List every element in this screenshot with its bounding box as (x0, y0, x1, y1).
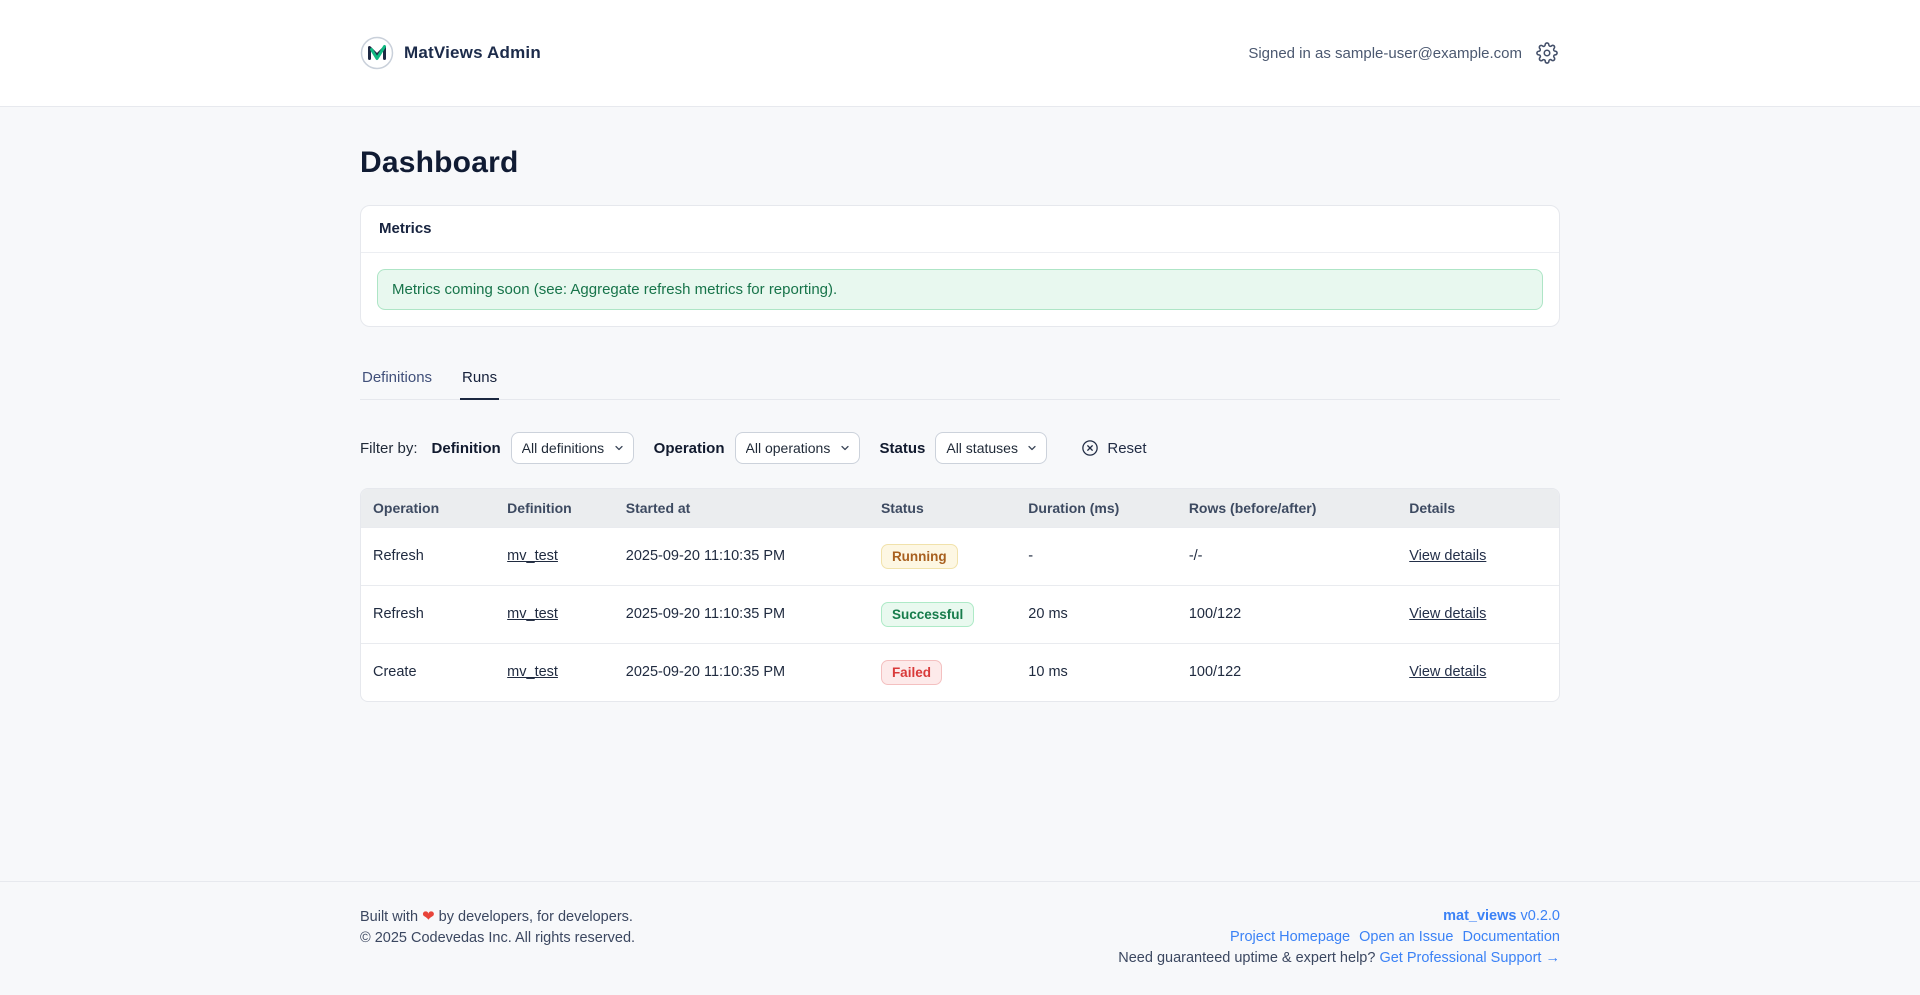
col-definition: Definition (495, 489, 614, 527)
tab-bar: Definitions Runs (360, 363, 1560, 400)
cell-rows: 100/122 (1177, 643, 1397, 701)
col-duration: Duration (ms) (1016, 489, 1177, 527)
cell-details: View details (1397, 585, 1559, 643)
x-circle-icon (1081, 439, 1099, 457)
heart-icon: ❤ (422, 908, 435, 925)
cell-started-at: 2025-09-20 11:10:35 PM (614, 527, 869, 585)
definition-link[interactable]: mv_test (507, 606, 558, 622)
runs-table: Operation Definition Started at Status D… (360, 488, 1560, 702)
tab-definitions[interactable]: Definitions (360, 363, 434, 400)
view-details-link[interactable]: View details (1409, 548, 1486, 564)
cell-rows: 100/122 (1177, 585, 1397, 643)
cell-status: Failed (869, 643, 1016, 701)
metrics-card-header: Metrics (361, 206, 1559, 253)
filter-bar: Filter by: Definition All definitions Op… (360, 432, 1560, 464)
cell-operation: Create (361, 643, 495, 701)
footer-links-line: Project Homepage Open an Issue Documenta… (1118, 927, 1560, 948)
cell-details: View details (1397, 643, 1559, 701)
status-filter-label: Status (880, 440, 926, 457)
table-header-row: Operation Definition Started at Status D… (361, 489, 1559, 527)
metrics-card: Metrics Metrics coming soon (see: Aggreg… (360, 205, 1560, 327)
page-title: Dashboard (360, 145, 1560, 181)
tab-runs[interactable]: Runs (460, 363, 499, 400)
status-badge: Successful (881, 602, 974, 627)
cell-duration: 20 ms (1016, 585, 1177, 643)
definition-link[interactable]: mv_test (507, 664, 558, 680)
filter-by-label: Filter by: (360, 440, 418, 457)
operation-filter-select[interactable]: All operations (735, 432, 860, 464)
col-rows: Rows (before/after) (1177, 489, 1397, 527)
site-footer: Built with ❤ by developers, for develope… (0, 881, 1920, 995)
app-title: MatViews Admin (404, 43, 541, 63)
support-line: Need guaranteed uptime & expert help? Ge… (1118, 948, 1560, 969)
table-row: Refresh mv_test 2025-09-20 11:10:35 PM R… (361, 527, 1559, 585)
cell-started-at: 2025-09-20 11:10:35 PM (614, 643, 869, 701)
status-badge: Failed (881, 660, 942, 685)
cell-duration: - (1016, 527, 1177, 585)
cell-status: Running (869, 527, 1016, 585)
definition-filter-label: Definition (432, 440, 501, 457)
view-details-link[interactable]: View details (1409, 606, 1486, 622)
table-row: Create mv_test 2025-09-20 11:10:35 PM Fa… (361, 643, 1559, 701)
cell-duration: 10 ms (1016, 643, 1177, 701)
col-details: Details (1397, 489, 1559, 527)
definition-link[interactable]: mv_test (507, 548, 558, 564)
version-line: mat_views v0.2.0 (1118, 906, 1560, 927)
cell-definition: mv_test (495, 643, 614, 701)
metrics-info-alert: Metrics coming soon (see: Aggregate refr… (377, 269, 1543, 310)
project-name-link[interactable]: mat_views (1443, 908, 1516, 924)
version-link[interactable]: v0.2.0 (1521, 908, 1561, 924)
main-content: Dashboard Metrics Metrics coming soon (s… (0, 107, 1920, 881)
copyright-line: © 2025 Codevedas Inc. All rights reserve… (360, 928, 635, 949)
cell-definition: mv_test (495, 527, 614, 585)
cell-definition: mv_test (495, 585, 614, 643)
footer-right: mat_views v0.2.0 Project Homepage Open a… (1118, 906, 1560, 969)
view-details-link[interactable]: View details (1409, 664, 1486, 680)
settings-gear-icon[interactable] (1536, 41, 1560, 65)
built-with-line: Built with ❤ by developers, for develope… (360, 906, 635, 928)
definition-filter-select[interactable]: All definitions (511, 432, 634, 464)
col-status: Status (869, 489, 1016, 527)
brand: MatViews Admin (360, 36, 541, 70)
project-homepage-link[interactable]: Project Homepage (1230, 929, 1350, 945)
signed-in-text: Signed in as sample-user@example.com (1248, 45, 1522, 62)
reset-label: Reset (1107, 440, 1146, 457)
col-operation: Operation (361, 489, 495, 527)
status-filter-select[interactable]: All statuses (935, 432, 1047, 464)
documentation-link[interactable]: Documentation (1462, 929, 1560, 945)
header-right: Signed in as sample-user@example.com (1248, 41, 1560, 65)
cell-rows: -/- (1177, 527, 1397, 585)
status-badge: Running (881, 544, 958, 569)
matviews-logo-icon (360, 36, 394, 70)
footer-left: Built with ❤ by developers, for develope… (360, 906, 635, 949)
cell-details: View details (1397, 527, 1559, 585)
open-an-issue-link[interactable]: Open an Issue (1359, 929, 1453, 945)
cell-operation: Refresh (361, 527, 495, 585)
professional-support-link[interactable]: Get Professional Support → (1379, 950, 1560, 966)
app-header: MatViews Admin Signed in as sample-user@… (0, 0, 1920, 107)
operation-filter-label: Operation (654, 440, 725, 457)
cell-status: Successful (869, 585, 1016, 643)
col-started-at: Started at (614, 489, 869, 527)
metrics-card-body: Metrics coming soon (see: Aggregate refr… (361, 253, 1559, 326)
cell-operation: Refresh (361, 585, 495, 643)
cell-started-at: 2025-09-20 11:10:35 PM (614, 585, 869, 643)
table-row: Refresh mv_test 2025-09-20 11:10:35 PM S… (361, 585, 1559, 643)
reset-filters-button[interactable]: Reset (1081, 439, 1146, 457)
metrics-card-title: Metrics (379, 220, 432, 237)
